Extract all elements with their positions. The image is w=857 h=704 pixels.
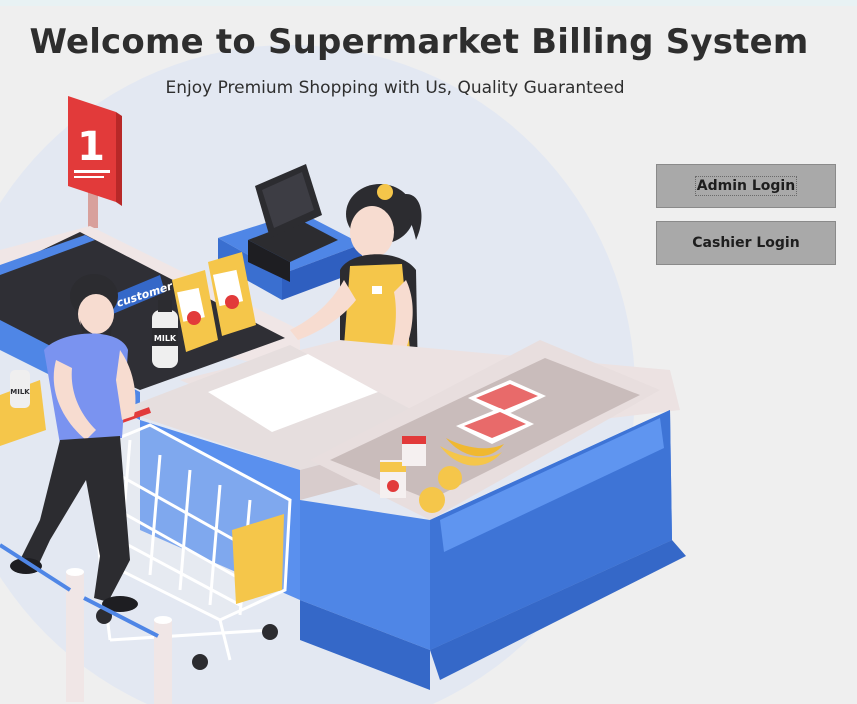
supermarket-checkout-illustration: 1 customer MILK MILK [0, 45, 686, 704]
page-title: Welcome to Supermarket Billing System [29, 22, 809, 62]
cashier-login-label: Cashier Login [692, 235, 800, 251]
cashier-login-button[interactable]: Cashier Login [656, 221, 836, 265]
page-subtitle: Enjoy Premium Shopping with Us, Quality … [165, 78, 625, 98]
admin-login-label: Admin Login [694, 176, 798, 196]
admin-login-button[interactable]: Admin Login [656, 164, 836, 208]
svg-text:1: 1 [77, 124, 105, 170]
svg-text:MILK: MILK [154, 334, 177, 343]
svg-text:MILK: MILK [10, 388, 30, 396]
